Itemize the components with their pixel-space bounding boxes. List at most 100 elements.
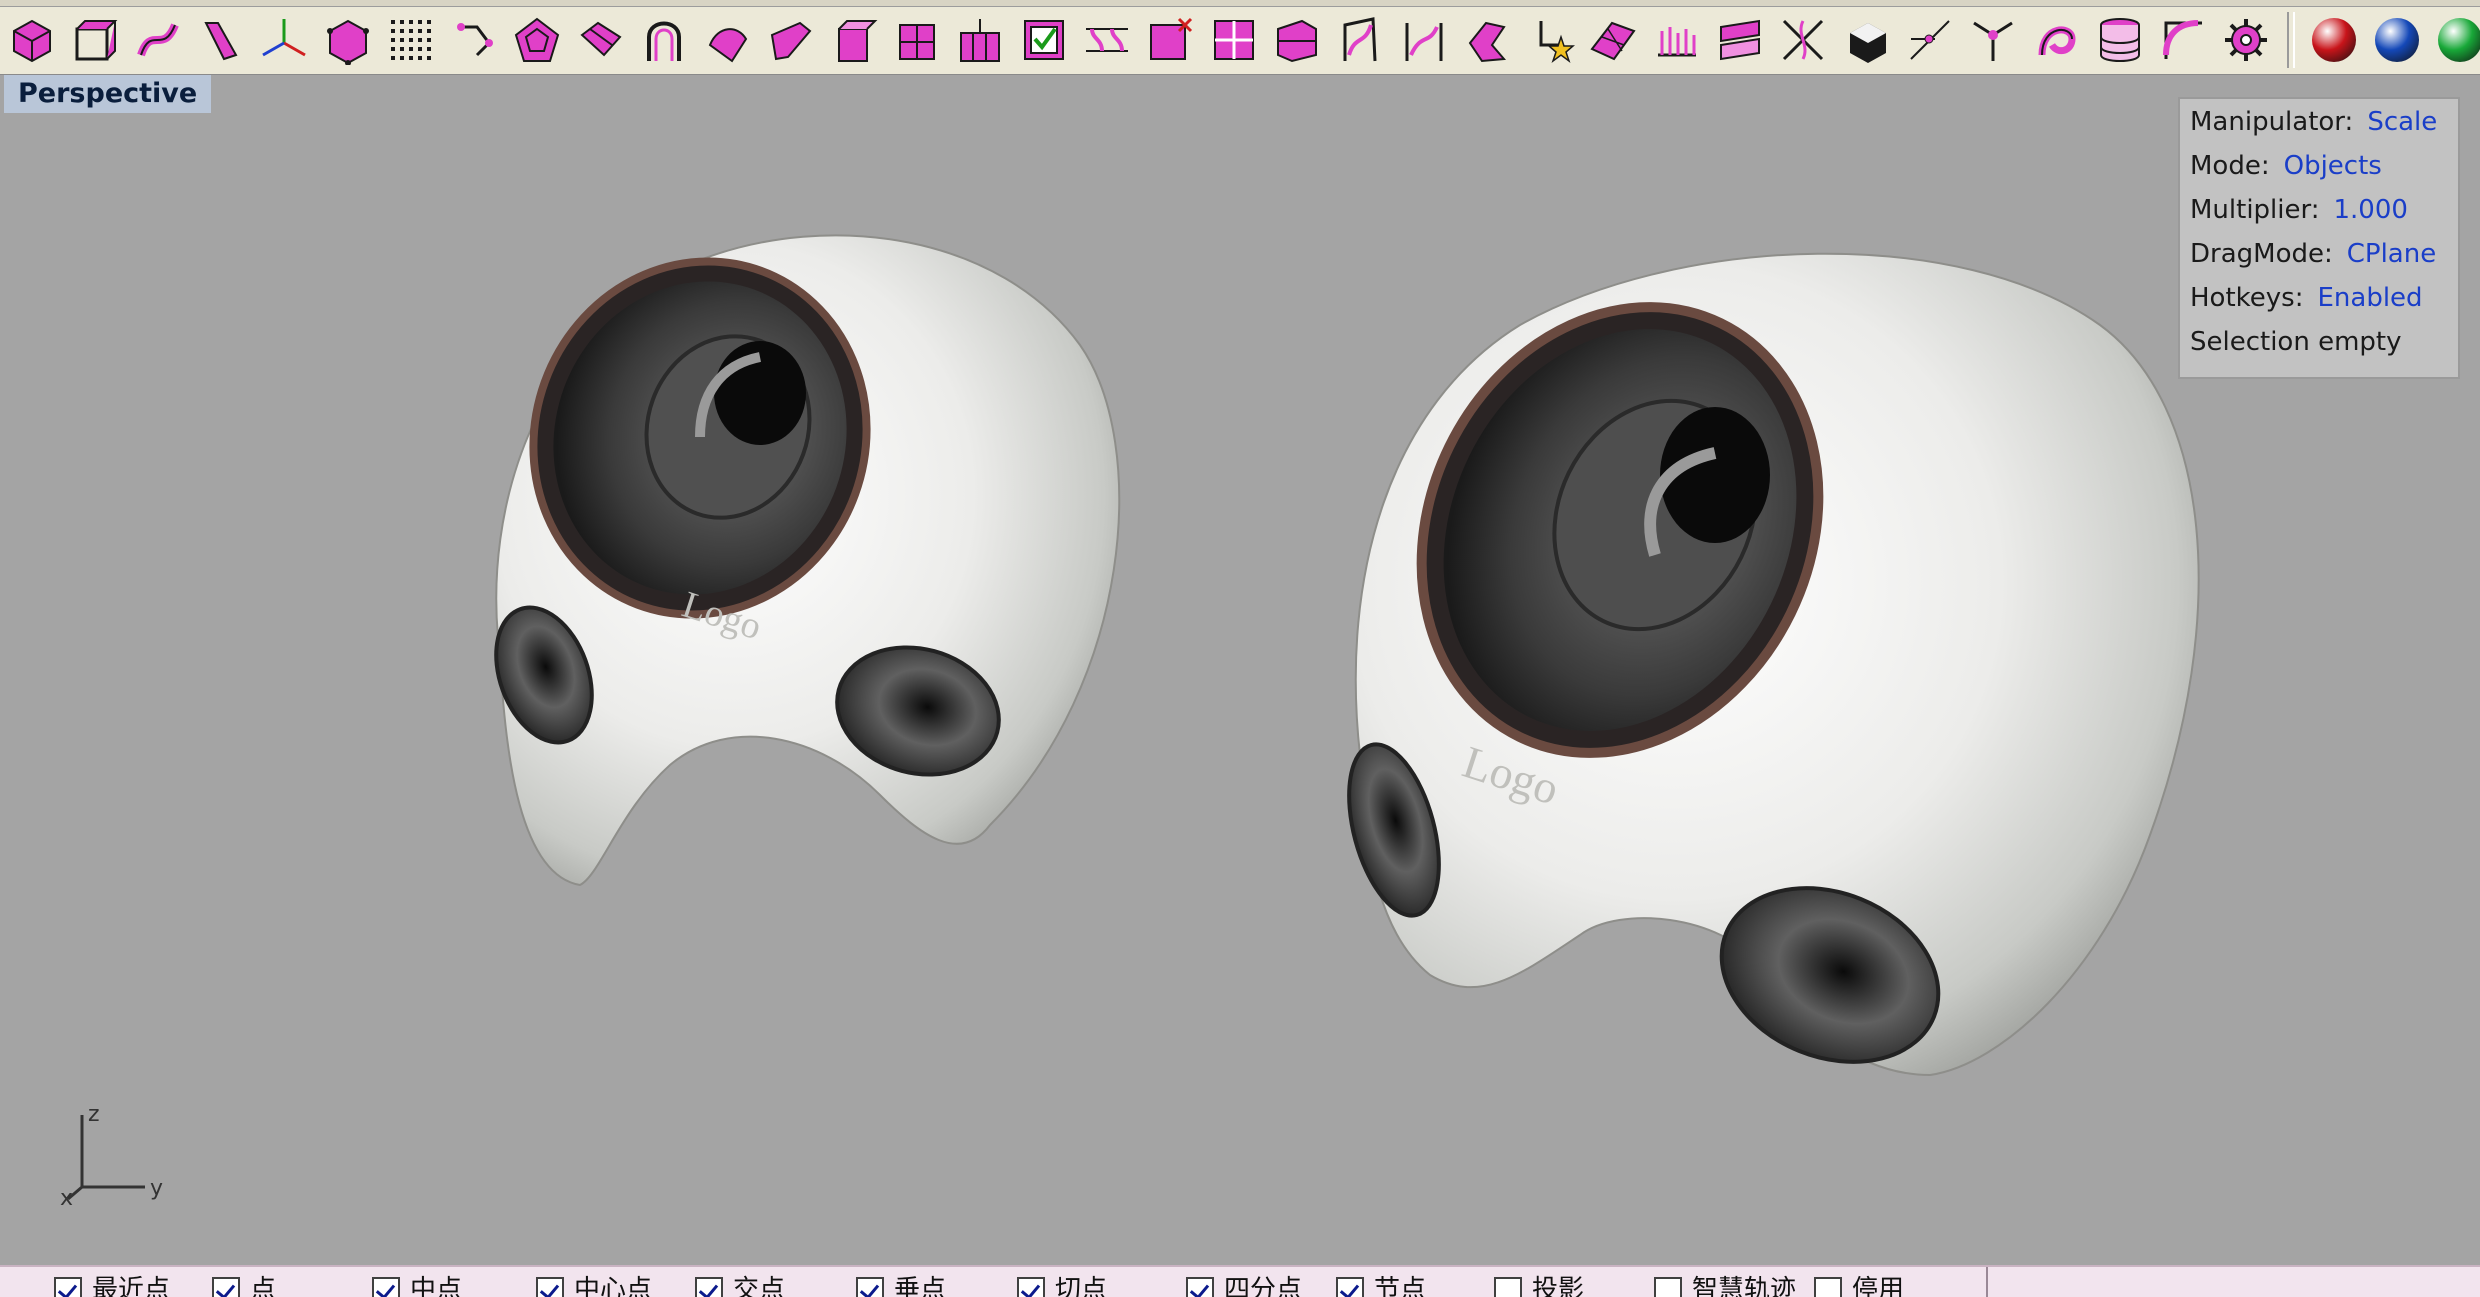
osnap-option[interactable]: 点 — [212, 1277, 276, 1297]
split-profile-button[interactable] — [1395, 11, 1453, 69]
fillet-corner-button[interactable] — [2154, 11, 2212, 69]
osnap-checkbox[interactable] — [212, 1277, 240, 1297]
gear-settings-icon — [2225, 19, 2268, 61]
osnap-checkbox[interactable] — [1017, 1277, 1045, 1297]
solid-cube-button[interactable] — [1838, 11, 1896, 69]
osnap-option[interactable]: 中心点 — [536, 1277, 652, 1297]
point-grid-icon — [390, 20, 431, 60]
blue-sphere-button[interactable] — [2368, 11, 2426, 69]
grid-plane-button[interactable] — [888, 11, 946, 69]
box-edge-button[interactable] — [65, 11, 123, 69]
toolbar-top-strip — [0, 0, 2480, 7]
copy-array-button[interactable] — [1078, 11, 1136, 69]
column-grid-button[interactable] — [951, 11, 1009, 69]
hud-value[interactable]: Objects — [2284, 151, 2382, 181]
blend-curve-button[interactable] — [2028, 11, 2086, 69]
comb-curve-button[interactable] — [1648, 11, 1706, 69]
blend-curve-icon — [2038, 26, 2076, 56]
hud-value[interactable]: Enabled — [2317, 283, 2422, 313]
intersect-lines-icon — [1910, 20, 1950, 60]
profile-curve-button[interactable] — [1331, 11, 1389, 69]
osnap-checkbox[interactable] — [1654, 1277, 1682, 1297]
hud-value[interactable]: Scale — [2367, 107, 2437, 137]
patch-surface-icon — [1590, 21, 1637, 61]
box-wireframe-button[interactable] — [2, 11, 60, 69]
box-edge-icon — [75, 20, 118, 61]
hud-value[interactable]: CPlane — [2347, 239, 2436, 269]
osnap-option[interactable]: 切点 — [1017, 1277, 1107, 1297]
osnap-checkbox[interactable] — [856, 1277, 884, 1297]
perspective-viewport[interactable]: Perspective Logo Logo z y x Manipulator:… — [0, 75, 2480, 1265]
arch-curve-button[interactable] — [635, 11, 693, 69]
rotate-points-button[interactable] — [445, 11, 503, 69]
cross-curves-button[interactable] — [1774, 11, 1832, 69]
osnap-status-bar: 最近点 点 中点 中心点 交点 垂点 切点 四分点 节点 投影 智慧轨迹 停用 — [0, 1265, 2480, 1297]
bend-button[interactable] — [192, 11, 250, 69]
check-grid-icon — [1023, 20, 1064, 60]
unroll-surface-button[interactable] — [572, 11, 630, 69]
osnap-option[interactable]: 停用 — [1814, 1277, 1904, 1297]
right-speaker-model[interactable]: Logo — [1333, 240, 2200, 1093]
point-grid-button[interactable] — [382, 11, 440, 69]
sweep-shape-button[interactable] — [1458, 11, 1516, 69]
cage-box-button[interactable] — [318, 11, 376, 69]
quad-grid-icon — [1213, 20, 1254, 60]
axis-label-y: y — [150, 1176, 163, 1201]
osnap-option[interactable]: 四分点 — [1186, 1277, 1302, 1297]
osnap-option[interactable]: 智慧轨迹 — [1654, 1277, 1796, 1297]
polyhedron-button[interactable] — [508, 11, 566, 69]
fold-plane-icon — [770, 21, 811, 61]
branch-curve-button[interactable] — [1964, 11, 2022, 69]
osnap-checkbox[interactable] — [695, 1277, 723, 1297]
osnap-label: 垂点 — [894, 1275, 947, 1297]
osnap-option[interactable]: 中点 — [372, 1277, 462, 1297]
osnap-option[interactable]: 最近点 — [54, 1277, 170, 1297]
twist-button[interactable] — [129, 11, 187, 69]
green-render-button[interactable] — [2431, 11, 2480, 69]
flow-along-button[interactable] — [698, 11, 756, 69]
solid-cube-icon — [1849, 23, 1886, 63]
toolbar-separator — [2286, 12, 2295, 68]
check-grid-button[interactable] — [1015, 11, 1073, 69]
quad-grid-button[interactable] — [1205, 11, 1263, 69]
stack-grid-button[interactable] — [1268, 11, 1326, 69]
arch-curve-icon — [646, 21, 681, 61]
hud-row: Multiplier: 1.000 — [2190, 195, 2408, 225]
osnap-label: 交点 — [733, 1275, 786, 1297]
osnap-checkbox[interactable] — [1814, 1277, 1842, 1297]
hud-key: Selection empty — [2190, 327, 2402, 357]
osnap-checkbox[interactable] — [536, 1277, 564, 1297]
osnap-checkbox[interactable] — [1494, 1277, 1522, 1297]
osnap-option[interactable]: 交点 — [695, 1277, 785, 1297]
osnap-checkbox[interactable] — [1186, 1277, 1214, 1297]
patch-surface-button[interactable] — [1584, 11, 1642, 69]
delete-grid-button[interactable] — [1141, 11, 1199, 69]
osnap-option[interactable]: 垂点 — [856, 1277, 946, 1297]
left-speaker-model[interactable]: Logo — [479, 214, 1121, 887]
osnap-checkbox[interactable] — [1336, 1277, 1364, 1297]
world-axis-icon: z y x — [60, 1102, 163, 1211]
gumball-axes-button[interactable] — [255, 11, 313, 69]
hud-row: DragMode: CPlane — [2190, 239, 2436, 269]
cylinder-rings-icon — [2099, 18, 2140, 62]
contour-stack-button[interactable] — [1711, 11, 1769, 69]
osnap-label: 切点 — [1055, 1275, 1108, 1297]
osnap-option[interactable]: 节点 — [1336, 1277, 1426, 1297]
osnap-option[interactable]: 投影 — [1494, 1277, 1584, 1297]
star-transform-icon — [1539, 21, 1576, 64]
grid-plane-icon — [899, 24, 936, 60]
star-transform-button[interactable] — [1521, 11, 1579, 69]
gear-settings-button[interactable] — [2217, 11, 2275, 69]
fold-plane-button[interactable] — [762, 11, 820, 69]
hud-value[interactable]: 1.000 — [2334, 195, 2408, 225]
hud-key: Manipulator: — [2190, 107, 2354, 137]
red-sphere-button[interactable] — [2305, 11, 2363, 69]
osnap-checkbox[interactable] — [54, 1277, 82, 1297]
intersect-lines-button[interactable] — [1901, 11, 1959, 69]
hud-key: Multiplier: — [2190, 195, 2320, 225]
cylinder-rings-button[interactable] — [2091, 11, 2149, 69]
extrude-plane-button[interactable] — [825, 11, 883, 69]
flow-along-icon — [709, 28, 748, 63]
twist-icon — [136, 23, 179, 57]
osnap-checkbox[interactable] — [372, 1277, 400, 1297]
